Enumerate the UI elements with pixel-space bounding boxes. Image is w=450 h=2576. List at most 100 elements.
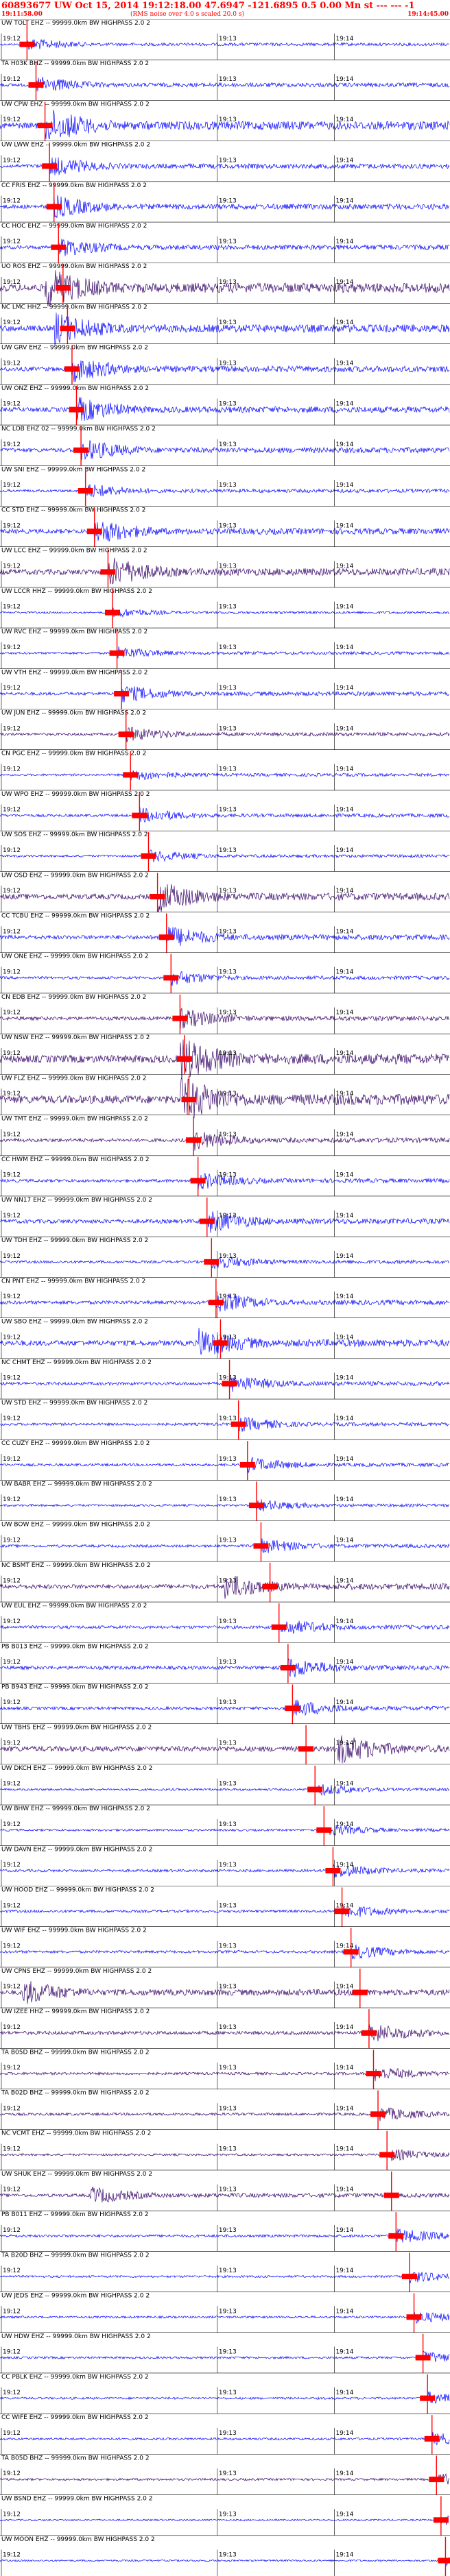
channel-label: NC CHMT EHZ -- 99999.0km BW HIGHPASS 2.0…: [1, 1359, 152, 1366]
time-tick-label: 19:13: [219, 2511, 237, 2518]
pick-flag: [343, 1949, 359, 1955]
time-tick-label: 19:14: [335, 888, 353, 895]
pick-flag: [388, 2233, 404, 2239]
time-tick-label: 19:13: [219, 1456, 237, 1463]
time-tick-label: 19:12: [3, 401, 21, 408]
time-tick-label: 19:13: [219, 1618, 237, 1625]
time-tick-label: 19:13: [219, 2430, 237, 2437]
time-tick-label: 19:12: [3, 522, 21, 529]
time-tick-label: 19:12: [3, 1091, 21, 1097]
channel-label: UW TBHS EHZ -- 99999.0km BW HIGHPASS 2.0…: [1, 1725, 152, 1731]
time-tick-label: 19:12: [3, 1131, 21, 1138]
channel-label: CN PGC EHZ -- 99999.0km BW HIGHPASS 2.0 …: [1, 751, 146, 757]
end-time: 19:14:45.00: [407, 11, 449, 18]
time-tick-label: 19:13: [219, 1131, 237, 1138]
time-tick-label: 19:12: [3, 279, 21, 286]
seismogram-trace: [0, 557, 450, 585]
pick-flag: [42, 163, 58, 169]
pick-flag: [307, 1786, 323, 1793]
channel-label: UW SNI EHZ -- 99999.0km BW HIGHPASS 2.0 …: [1, 466, 145, 473]
channel-label: UW CPW EHZ -- 99999.0km BW HIGHPASS 2.0 …: [1, 101, 150, 108]
time-tick-label: 19:14: [335, 2187, 353, 2194]
time-tick-label: 19:12: [3, 1659, 21, 1666]
time-tick-label: 19:14: [335, 2552, 353, 2559]
noise-note: (RMS noise over 4.0 s scaled 20.0 s): [130, 11, 244, 18]
time-tick-label: 19:12: [3, 360, 21, 367]
time-tick-label: 19:12: [3, 1902, 21, 1909]
time-tick-label: 19:12: [3, 76, 21, 83]
pick-flag: [262, 1583, 278, 1590]
time-tick-label: 19:13: [219, 157, 237, 164]
time-tick-label: 19:12: [3, 1821, 21, 1828]
channel-label: UW TOLT EHZ -- 99999.0km BW HIGHPASS 2.0…: [1, 20, 150, 27]
time-tick-label: 19:14: [335, 1659, 353, 1666]
time-tick-label: 19:12: [3, 1050, 21, 1057]
time-tick-label: 19:14: [335, 1131, 353, 1138]
time-tick-label: 19:12: [3, 1415, 21, 1422]
channel-label: UW HDW EHZ -- 99999.0km BW HIGHPASS 2.0 …: [1, 2333, 151, 2340]
time-tick-label: 19:13: [219, 2105, 237, 2112]
pick-flag: [73, 447, 89, 453]
channel-label: CC STD EHZ -- 99999.0km BW HIGHPASS 2.0 …: [1, 507, 145, 513]
time-tick-label: 19:14: [335, 1456, 353, 1463]
time-tick-label: 19:12: [3, 1862, 21, 1869]
time-tick-label: 19:13: [219, 1050, 237, 1057]
pick-flag: [28, 82, 44, 88]
time-tick-label: 19:13: [219, 279, 237, 286]
pick-flag: [118, 731, 134, 738]
time-tick-label: 19:12: [3, 2268, 21, 2274]
time-tick-label: 19:12: [3, 644, 21, 651]
channel-label: UW LWW EHZ -- 99999.0km BW HIGHPASS 2.0 …: [1, 142, 150, 149]
time-tick-label: 19:12: [3, 482, 21, 489]
channel-label: TA B05D BHZ -- 99999.0km BW HIGHPASS 2.0…: [1, 2049, 150, 2056]
pick-flag: [285, 1705, 300, 1712]
time-tick-label: 19:13: [219, 1862, 237, 1869]
time-tick-label: 19:12: [3, 2552, 21, 2559]
time-tick-label: 19:13: [219, 1984, 237, 1991]
time-tick-label: 19:13: [219, 1172, 237, 1179]
time-tick-label: 19:14: [335, 401, 353, 408]
channel-label: UW TDH EHZ -- 99999.0km BW HIGHPASS 2.0 …: [1, 1237, 148, 1244]
channel-label: UW CPNS EHZ -- 99999.0km BW HIGHPASS 2.0…: [1, 1968, 152, 1975]
pick-flag: [100, 569, 116, 575]
channel-label: PB B013 EHZ -- 99999.0km BW HIGHPASS 2.0…: [1, 1643, 149, 1650]
event-title: 60893677 UW Oct 15, 2014 19:12:18.00 47.…: [1, 1, 415, 11]
pick-flag: [37, 123, 53, 129]
pick-flag: [253, 1543, 269, 1549]
channel-label: UW TMT EHZ -- 99999.0km BW HIGHPASS 2.0 …: [1, 1116, 148, 1123]
channel-label: UW SOS EHZ -- 99999.0km BW HIGHPASS 2.0 …: [1, 831, 148, 838]
channel-label: UW DKCH EHZ -- 99999.0km BW HIGHPASS 2.0…: [1, 1765, 152, 1772]
time-tick-label: 19:14: [335, 2511, 353, 2518]
time-tick-label: 19:12: [3, 888, 21, 895]
time-tick-label: 19:12: [3, 1375, 21, 1382]
time-tick-label: 19:13: [219, 807, 237, 814]
pick-flag: [150, 894, 165, 900]
channel-label: UO ROS EHZ -- 99999.0km BW HIGHPASS 2.0 …: [1, 263, 147, 270]
channel-label: UW NSW EHZ -- 99999.0km BW HIGHPASS 2.0 …: [1, 1034, 150, 1041]
time-tick-label: 19:14: [335, 198, 353, 205]
time-tick-label: 19:14: [335, 2105, 353, 2112]
time-tick-label: 19:13: [219, 1578, 237, 1585]
time-tick-label: 19:12: [3, 1740, 21, 1747]
time-tick-label: 19:13: [219, 1902, 237, 1909]
channel-label: UW EUL EHZ -- 99999.0km BW HIGHPASS 2.0 …: [1, 1603, 147, 1609]
time-tick-label: 19:12: [3, 157, 21, 164]
pick-flag: [190, 1178, 206, 1184]
channel-label: CN PNT EHZ -- 99999.0km BW HIGHPASS 2.0 …: [1, 1278, 145, 1285]
pick-flag: [406, 2314, 422, 2320]
time-tick-label: 19:12: [3, 1496, 21, 1503]
channel-label: NC VCMT EHZ -- 99999.0km BW HIGHPASS 2.0…: [1, 2130, 151, 2137]
channel-label: UW MOON EHZ -- 99999.0km BW HIGHPASS 2.0…: [1, 2536, 155, 2543]
pick-flag: [105, 609, 120, 616]
time-tick-label: 19:12: [3, 2065, 21, 2071]
time-tick-label: 19:14: [335, 2227, 353, 2234]
time-tick-label: 19:13: [219, 441, 237, 448]
time-tick-label: 19:14: [335, 1902, 353, 1909]
time-tick-label: 19:13: [219, 319, 237, 326]
time-tick-label: 19:14: [335, 36, 353, 42]
time-tick-label: 19:14: [335, 360, 353, 367]
time-tick-label: 19:14: [335, 482, 353, 489]
channel-label: CC HWM EHZ -- 99999.0km BW HIGHPASS 2.0 …: [1, 1156, 150, 1163]
time-tick-label: 19:13: [219, 1010, 237, 1017]
channel-label: UW JEDS EHZ -- 99999.0km BW HIGHPASS 2.0…: [1, 2293, 150, 2300]
